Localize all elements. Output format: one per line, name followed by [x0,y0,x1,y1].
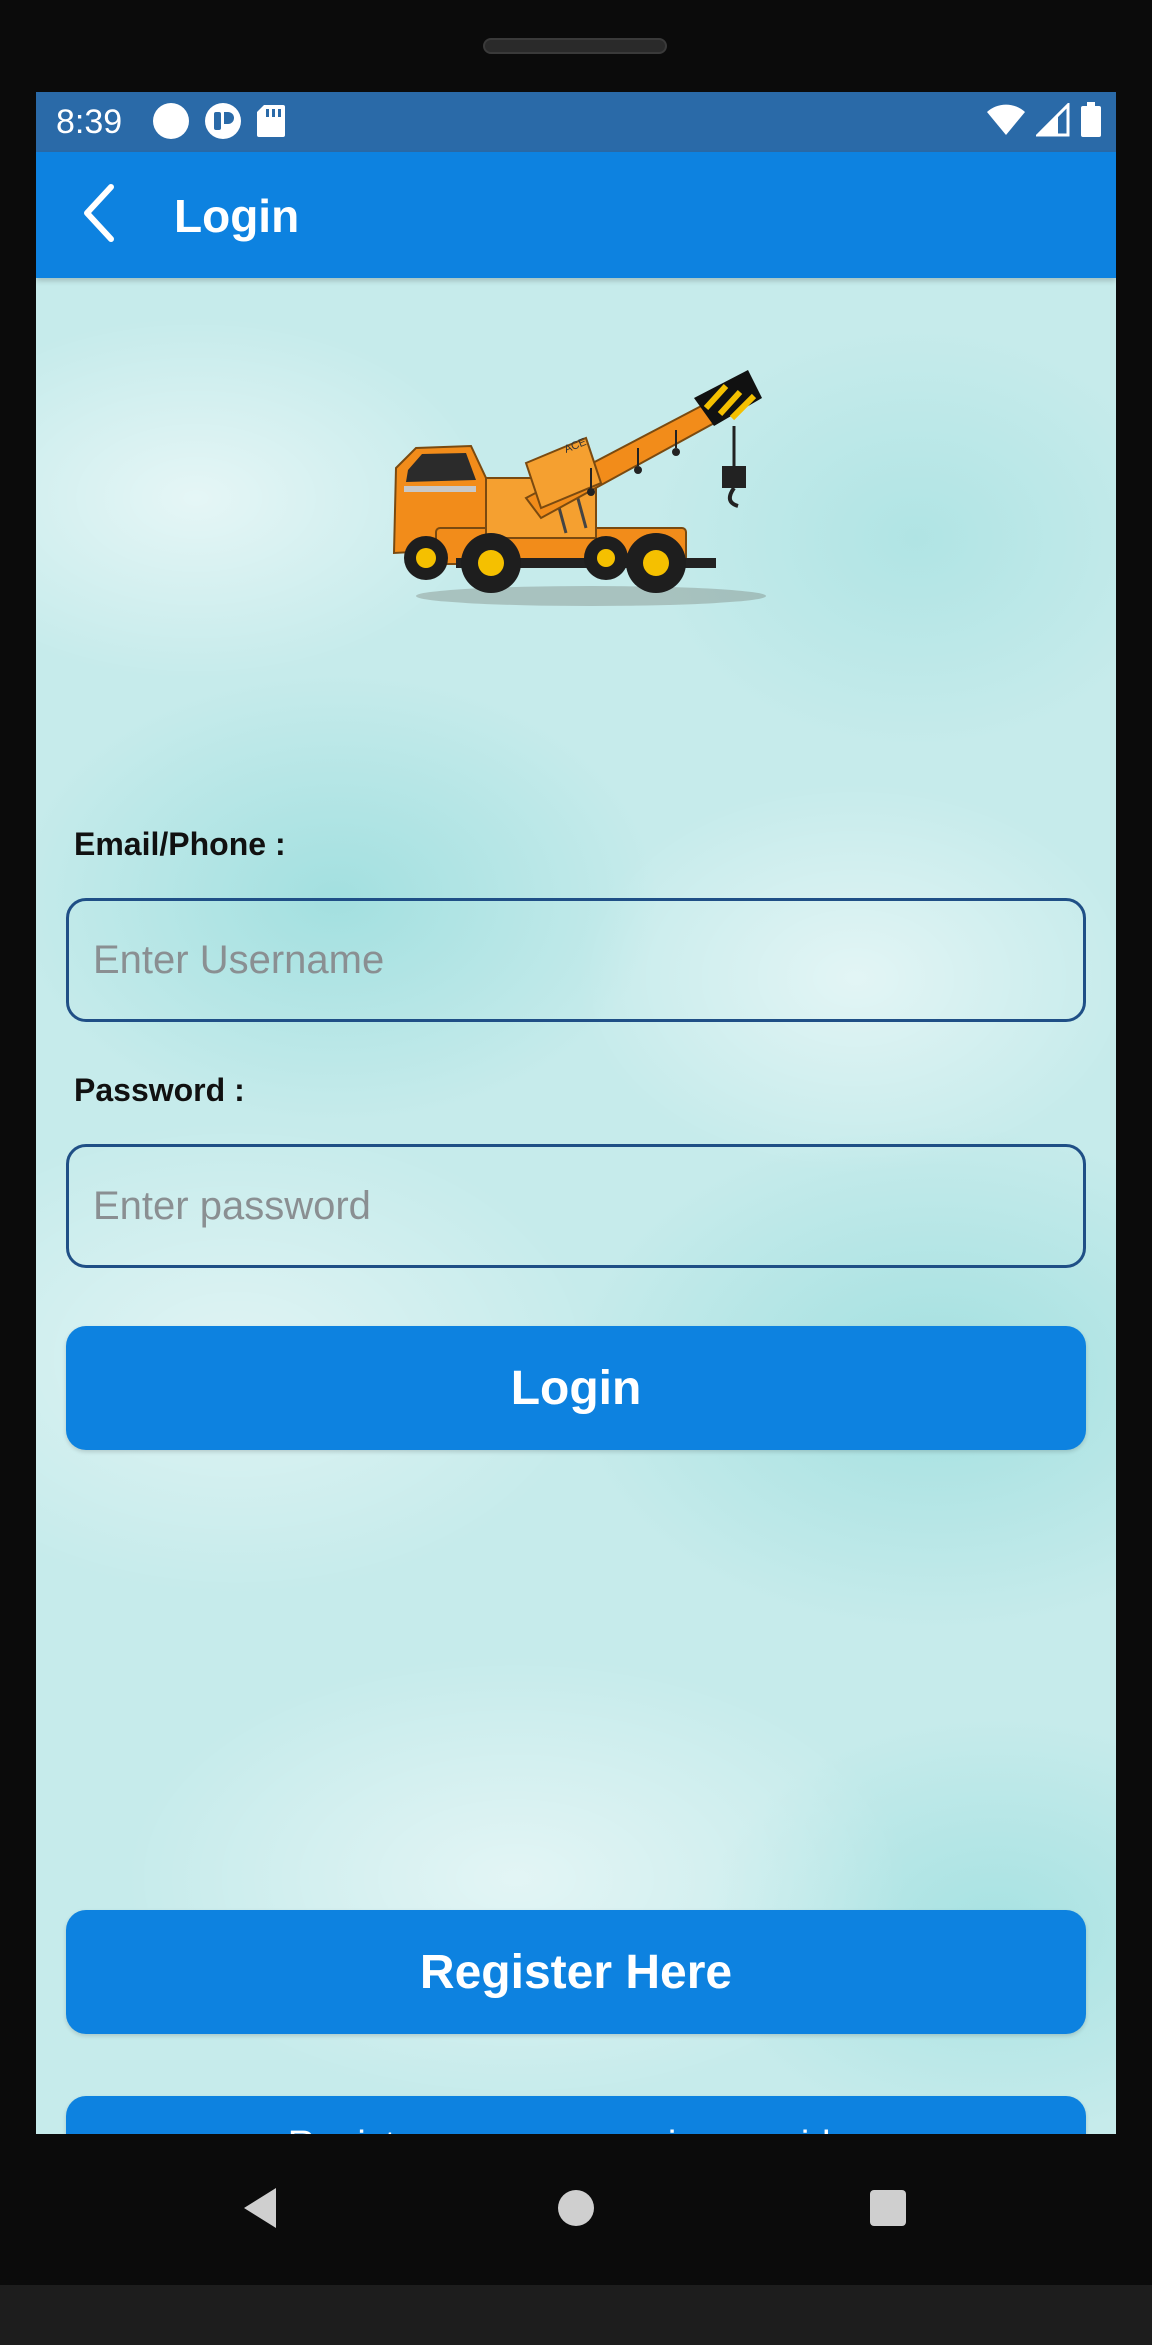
back-arrow-icon [79,183,119,248]
status-bar: 8:39 [36,92,1116,152]
login-button[interactable]: Login [66,1326,1086,1450]
password-label: Password : [74,1072,245,1108]
bottom-bezel [0,2285,1152,2345]
earpiece-speaker [483,38,667,54]
system-icons [986,100,1102,143]
app-bar: Login [36,152,1116,278]
battery-icon [1080,101,1102,143]
nav-home-icon [556,2188,596,2233]
nav-home-button[interactable] [540,2174,612,2246]
crane-illustration: ACE [392,370,766,606]
register-button[interactable]: Register Here [66,1910,1086,2034]
device-frame: 8:39 Login ACE Email/Phone: Enter Usern… [0,0,1152,2345]
sd-card-icon [256,104,286,143]
signal-icon [1034,100,1070,142]
username-input[interactable] [66,898,1086,1022]
password-input[interactable] [66,1144,1086,1268]
email-label: Email/Phone : [74,826,286,862]
back-button[interactable] [66,182,132,248]
circle-icon [152,102,190,145]
page-title: Login [174,190,300,242]
nav-back-icon [238,2184,282,2237]
register-provider-button[interactable]: Register as crane service provider [66,2096,1086,2134]
status-time: 8:39 [56,103,123,141]
navigation-bar [0,2134,1152,2285]
shield-app-icon [204,102,242,145]
nav-recents-icon [868,2188,908,2233]
nav-back-button[interactable] [224,2174,296,2246]
screen: 8:39 Login ACE Email/Phone: Enter Usern… [36,92,1116,2134]
nav-recents-button[interactable] [852,2174,924,2246]
notification-icons [152,102,286,145]
wifi-icon [986,103,1026,142]
login-content: ACE Email/Phone: Enter Username Passwor… [36,278,1116,2134]
